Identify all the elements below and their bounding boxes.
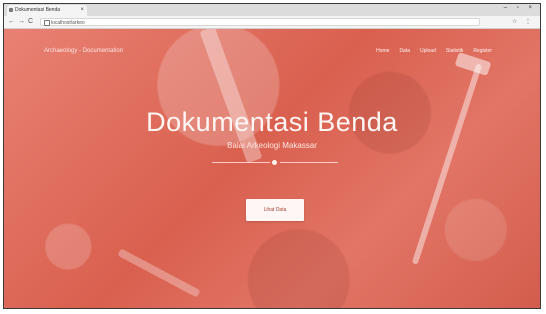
favicon-icon — [9, 8, 13, 12]
browser-window: Dokumentasi Benda × – ▫ × ← → C localhos… — [3, 3, 541, 309]
hero-title: Dokumentasi Benda — [146, 107, 398, 137]
nav-link-home[interactable]: Home — [376, 48, 389, 54]
hammer-handle-image — [411, 63, 483, 265]
nav-link-upload[interactable]: Upload — [420, 48, 436, 54]
page-info-icon[interactable] — [44, 20, 50, 26]
tab-bar: Dokumentasi Benda × – ▫ × — [4, 4, 540, 16]
brush-image — [117, 248, 201, 298]
divider-left — [212, 162, 270, 163]
divider-dot — [272, 160, 277, 165]
browser-tab[interactable]: Dokumentasi Benda × — [7, 5, 87, 16]
address-text: localhost/arkeo — [51, 20, 85, 26]
back-button[interactable]: ← — [8, 17, 15, 27]
window-controls[interactable]: – ▫ × — [504, 5, 536, 11]
hero-subtitle: Balai Arkeologi Makassar — [227, 141, 317, 150]
view-data-button[interactable]: Lihat Data — [246, 199, 304, 221]
bookmark-menu-icons[interactable]: ☆ ⋮ — [512, 18, 534, 25]
divider-right — [280, 162, 338, 163]
reload-button[interactable]: C — [28, 17, 33, 27]
browser-toolbar: ← → C localhost/arkeo ☆ ⋮ — [4, 16, 540, 29]
hero-section: Archaeology - Documentation Home Data Up… — [4, 29, 540, 308]
address-bar[interactable]: localhost/arkeo — [40, 18, 480, 26]
nav-link-statistik[interactable]: Statistik — [446, 48, 464, 54]
nav-link-register[interactable]: Register — [473, 48, 492, 54]
tab-title: Dokumentasi Benda — [15, 7, 61, 13]
forward-button[interactable]: → — [18, 17, 25, 27]
brand-logo[interactable]: Archaeology - Documentation — [44, 48, 123, 54]
main-nav: Home Data Upload Statistik Register — [376, 48, 492, 54]
close-tab-icon[interactable]: × — [80, 5, 84, 16]
nav-link-data[interactable]: Data — [399, 48, 410, 54]
